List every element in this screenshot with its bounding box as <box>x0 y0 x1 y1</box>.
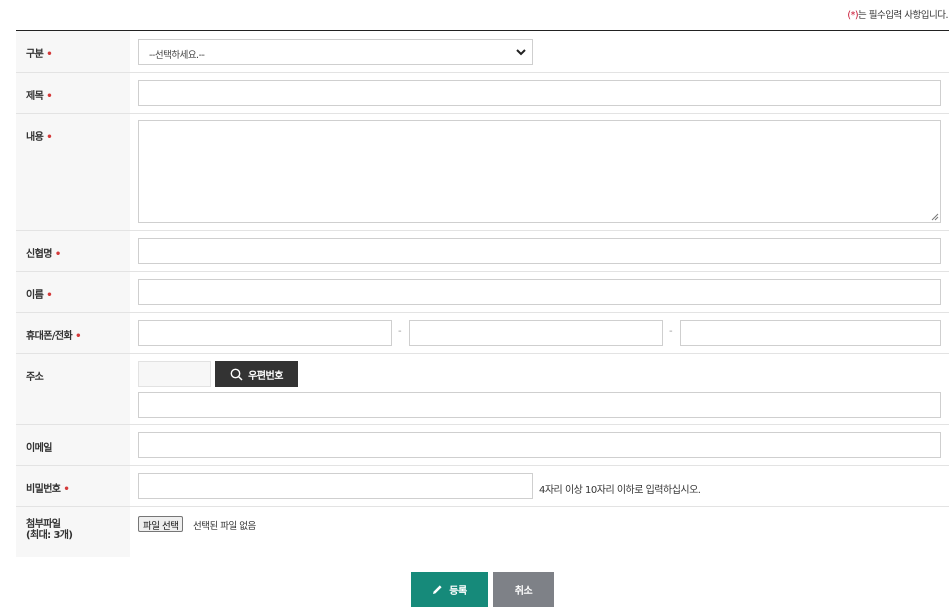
association-input[interactable] <box>138 238 941 264</box>
phone-part1-input[interactable] <box>138 320 392 346</box>
row-attachment: 첨부파일 (최대: 3개) 파일 선택 선택된 파일 없음 <box>16 507 949 557</box>
zipcode-search-button[interactable]: 우편번호 <box>215 361 298 387</box>
label-attachment: 첨부파일 (최대: 3개) <box>16 507 130 557</box>
content-textarea[interactable] <box>138 120 941 223</box>
title-input[interactable] <box>138 80 941 106</box>
cancel-button[interactable]: 취소 <box>493 572 554 607</box>
label-address: 주소 <box>16 354 130 424</box>
row-address: 주소 우편번호 <box>16 354 949 425</box>
label-title-text: 제목 <box>26 91 44 102</box>
required-note-text: 는 필수입력 사항입니다. <box>858 10 948 21</box>
row-password: 비밀번호 • 4자리 이상 10자리 이하로 입력하십시오. <box>16 466 949 507</box>
pencil-icon <box>433 585 442 594</box>
label-password-text: 비밀번호 <box>26 484 61 495</box>
phone-separator: - <box>669 326 673 337</box>
label-address-text: 주소 <box>26 372 44 383</box>
category-select[interactable]: --선택하세요.-- <box>138 39 533 65</box>
label-name: 이름 • <box>16 272 130 312</box>
phone-part3-input[interactable] <box>680 320 941 346</box>
email-input[interactable] <box>138 432 941 458</box>
resize-grip-icon[interactable] <box>930 212 939 221</box>
label-attachment-line1: 첨부파일 <box>26 519 61 530</box>
row-name: 이름 • <box>16 272 949 313</box>
row-association: 신협명 • <box>16 231 949 272</box>
zipcode-search-label: 우편번호 <box>248 370 283 382</box>
cancel-label: 취소 <box>514 586 533 597</box>
required-mark: • <box>75 331 81 342</box>
row-email: 이메일 <box>16 425 949 466</box>
required-mark: • <box>46 132 52 143</box>
label-association-text: 신협명 <box>26 249 52 260</box>
phone-part2-input[interactable] <box>409 320 663 346</box>
required-mark: • <box>54 249 61 260</box>
required-note: (*)는 필수입력 사항입니다. <box>847 7 948 21</box>
label-name-text: 이름 <box>26 290 44 301</box>
phone-separator: - <box>398 326 402 337</box>
submit-label: 등록 <box>449 586 467 597</box>
required-mark: • <box>46 91 52 102</box>
form-actions: 등록 취소 <box>0 572 952 608</box>
row-phone: 휴대폰/전화 • - - <box>16 313 949 354</box>
zipcode-input[interactable] <box>138 361 211 387</box>
required-mark: • <box>46 49 52 60</box>
file-select-button[interactable]: 파일 선택 <box>138 516 184 532</box>
required-mark: • <box>46 290 52 301</box>
row-title: 제목 • <box>16 73 949 114</box>
label-title: 제목 • <box>16 73 130 113</box>
inquiry-form: 구분 • --선택하세요.-- 제목 • 내용 • 신협명 • 이름 • 휴대폰… <box>16 30 949 557</box>
submit-button[interactable]: 등록 <box>411 572 488 607</box>
label-category: 구분 • <box>16 31 130 72</box>
category-selected-value: --선택하세요.-- <box>149 50 205 61</box>
row-category: 구분 • --선택하세요.-- <box>16 31 949 73</box>
file-status: 선택된 파일 없음 <box>193 521 256 532</box>
label-email: 이메일 <box>16 425 130 465</box>
password-input[interactable] <box>138 473 533 499</box>
label-email-text: 이메일 <box>26 443 52 454</box>
label-attachment-line2: (최대: 3개) <box>26 530 73 541</box>
label-category-text: 구분 <box>26 49 44 60</box>
label-password: 비밀번호 • <box>16 466 130 506</box>
row-content: 내용 • <box>16 114 949 231</box>
label-phone-text: 휴대폰/전화 <box>26 331 73 342</box>
label-association: 신협명 • <box>16 231 130 271</box>
required-note-star: (*) <box>847 10 859 21</box>
label-phone: 휴대폰/전화 • <box>16 313 130 353</box>
password-hint: 4자리 이상 10자리 이하로 입력하십시오. <box>539 485 701 496</box>
search-icon <box>230 368 243 381</box>
required-mark: • <box>63 484 70 495</box>
name-input[interactable] <box>138 279 941 305</box>
label-content-text: 내용 <box>26 132 44 143</box>
chevron-down-icon <box>516 49 526 56</box>
address-input[interactable] <box>138 392 941 418</box>
label-content: 내용 • <box>16 114 130 230</box>
